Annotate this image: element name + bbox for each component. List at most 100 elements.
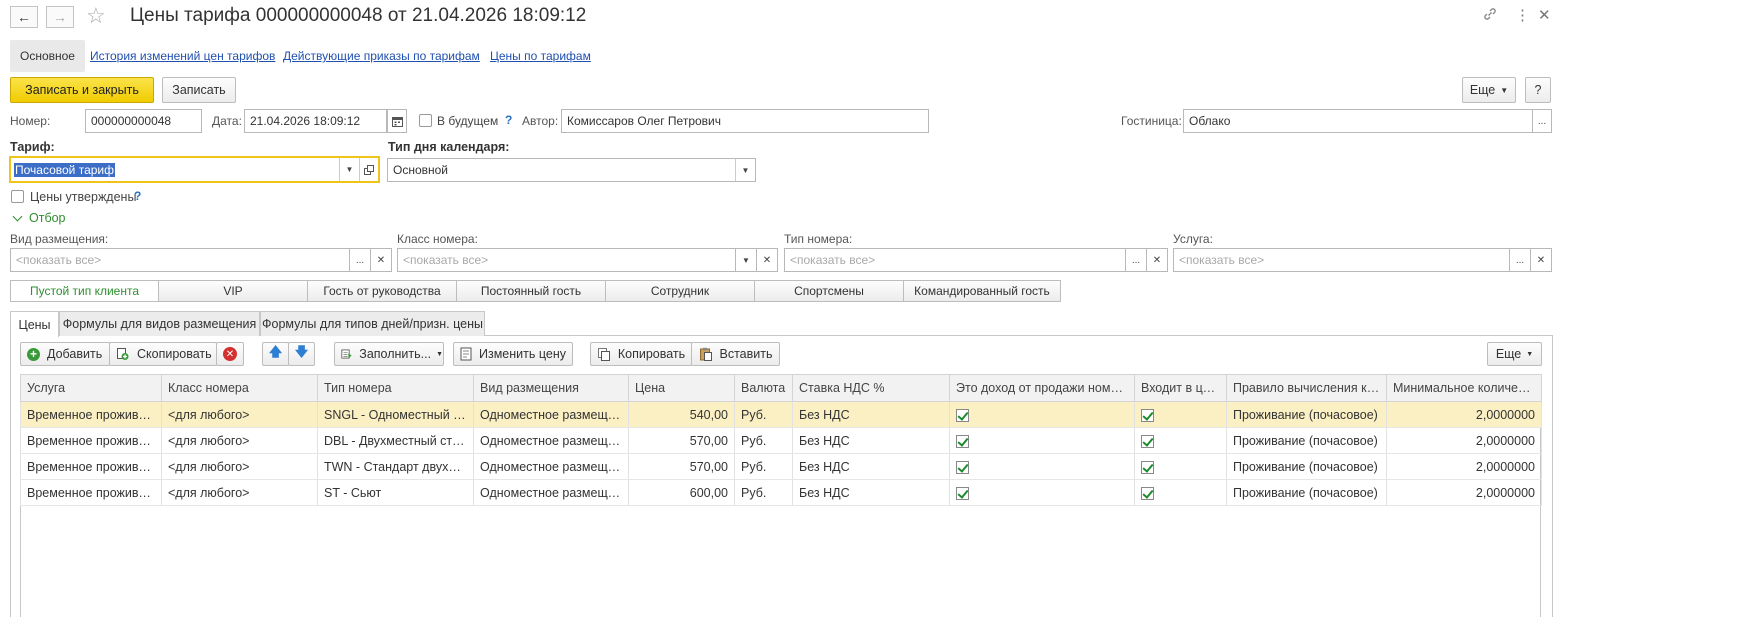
tab-accommodation-formulas[interactable]: Формулы для видов размещения (59, 311, 260, 336)
checkbox-checked-icon[interactable] (956, 486, 969, 500)
table-row[interactable]: Временное проживание <для любого> ST - Сью… (20, 479, 1542, 506)
move-up-button[interactable]: 🡅 (262, 342, 289, 366)
service-filter-clear[interactable]: ✕ (1530, 248, 1552, 272)
hotel-field[interactable]: Облако (1183, 109, 1533, 133)
cell-room-class[interactable]: <для любого> (161, 479, 318, 506)
col-header-accommodation[interactable]: Вид размещения (473, 374, 629, 402)
client-tab-regular-guest[interactable]: Постоянный гость (456, 280, 606, 302)
tab-day-type-formulas[interactable]: Формулы для типов дней/призн. цены (260, 311, 485, 336)
cell-accommodation[interactable]: Одноместное размещение (473, 427, 629, 454)
cell-currency[interactable]: Руб. (734, 401, 793, 428)
cell-room-income[interactable] (949, 453, 1135, 480)
day-type-dropdown-button[interactable]: ▼ (735, 159, 755, 181)
checkbox-checked-icon[interactable] (956, 408, 969, 422)
client-tab-athletes[interactable]: Спортсмены (754, 280, 904, 302)
col-header-vat[interactable]: Ставка НДС % (792, 374, 950, 402)
cell-room-class[interactable]: <для любого> (161, 453, 318, 480)
accommodation-filter-field[interactable]: <показать все> (10, 248, 350, 272)
approved-checkbox[interactable] (11, 190, 24, 203)
accommodation-filter-select[interactable]: ... (349, 248, 371, 272)
cell-price[interactable]: 600,00 (628, 479, 735, 506)
cell-service[interactable]: Временное проживание (20, 427, 162, 454)
cell-accommodation[interactable]: Одноместное размещение (473, 479, 629, 506)
col-header-rule[interactable]: Правило вычисления ко... (1226, 374, 1387, 402)
cell-room-class[interactable]: <для любого> (161, 427, 318, 454)
move-down-button[interactable]: 🡇 (288, 342, 315, 366)
save-button[interactable]: Записать (162, 77, 236, 103)
cell-room-income[interactable] (949, 427, 1135, 454)
tariff-dropdown-button[interactable]: ▼ (339, 158, 359, 181)
checkbox-checked-icon[interactable] (956, 434, 969, 448)
checkbox-checked-icon[interactable] (1141, 460, 1154, 474)
cell-included[interactable] (1134, 479, 1227, 506)
cell-currency[interactable]: Руб. (734, 479, 793, 506)
cell-room-income[interactable] (949, 479, 1135, 506)
room-type-filter-field[interactable]: <показать все> (784, 248, 1126, 272)
calendar-button[interactable] (387, 109, 407, 133)
cell-vat[interactable]: Без НДС (792, 479, 950, 506)
col-header-room-income[interactable]: Это доход от продажи номеров (949, 374, 1135, 402)
copy-row-button[interactable]: Скопировать (109, 342, 217, 366)
checkbox-checked-icon[interactable] (1141, 434, 1154, 448)
grid-more-button[interactable]: Еще ▼ (1487, 342, 1542, 366)
cell-rule[interactable]: Проживание (почасовое) (1226, 453, 1387, 480)
col-header-currency[interactable]: Валюта (734, 374, 793, 402)
save-and-close-button[interactable]: Записать и закрыть (10, 77, 154, 103)
service-filter-field[interactable]: <показать все> (1173, 248, 1510, 272)
cell-rule[interactable]: Проживание (почасовое) (1226, 479, 1387, 506)
fill-button[interactable]: Заполнить... ▼ (334, 342, 444, 366)
cell-accommodation[interactable]: Одноместное размещение (473, 453, 629, 480)
close-icon[interactable]: ✕ (1538, 6, 1551, 24)
checkbox-checked-icon[interactable] (1141, 408, 1154, 422)
future-help-icon[interactable]: ? (505, 113, 512, 127)
number-field[interactable]: 000000000048 (85, 109, 202, 133)
service-filter-select[interactable]: ... (1509, 248, 1531, 272)
cell-service[interactable]: Временное проживание (20, 401, 162, 428)
client-tab-empty[interactable]: Пустой тип клиента (10, 280, 159, 302)
client-tab-business-traveler[interactable]: Командированный гость (903, 280, 1061, 302)
cell-room-type[interactable]: DBL - Двухместный стандарт (317, 427, 474, 454)
cell-service[interactable]: Временное проживание (20, 479, 162, 506)
col-header-min-qty[interactable]: Минимальное количество (1386, 374, 1542, 402)
col-header-room-type[interactable]: Тип номера (317, 374, 474, 402)
filter-toggle[interactable]: Отбор (12, 211, 66, 225)
cell-price[interactable]: 540,00 (628, 401, 735, 428)
cell-currency[interactable]: Руб. (734, 427, 793, 454)
cell-room-type[interactable]: SNGL - Одноместный стандарт (317, 401, 474, 428)
hotel-select-button[interactable]: ... (1532, 109, 1552, 133)
cell-price[interactable]: 570,00 (628, 453, 735, 480)
table-row[interactable]: Временное проживание <для любого> SNGL - О… (20, 401, 1542, 428)
cell-room-type[interactable]: TWN - Стандарт двухместный (317, 453, 474, 480)
add-button[interactable]: + Добавить (20, 342, 110, 366)
date-field[interactable]: 21.04.2026 18:09:12 (244, 109, 387, 133)
cell-room-class[interactable]: <для любого> (161, 401, 318, 428)
help-button[interactable]: ? (1525, 77, 1551, 103)
client-tab-vip[interactable]: VIP (158, 280, 308, 302)
room-class-filter-field[interactable]: <показать все> (397, 248, 736, 272)
client-tab-employee[interactable]: Сотрудник (605, 280, 755, 302)
paste-button[interactable]: Вставить (691, 342, 780, 366)
nav-link-orders[interactable]: Действующие приказы по тарифам (283, 49, 480, 63)
room-class-filter-dropdown[interactable]: ▼ (735, 248, 757, 272)
col-header-price[interactable]: Цена (628, 374, 735, 402)
cell-min-qty[interactable]: 2,0000000 (1386, 401, 1542, 428)
accommodation-filter-clear[interactable]: ✕ (370, 248, 392, 272)
cell-min-qty[interactable]: 2,0000000 (1386, 427, 1542, 454)
cell-room-type[interactable]: ST - Сьют (317, 479, 474, 506)
cell-min-qty[interactable]: 2,0000000 (1386, 479, 1542, 506)
tab-prices[interactable]: Цены (10, 311, 59, 337)
future-checkbox[interactable] (419, 114, 432, 127)
table-row[interactable]: Временное проживание <для любого> TWN - Ст… (20, 453, 1542, 480)
tariff-field[interactable]: Почасовой тариф (9, 156, 380, 183)
checkbox-checked-icon[interactable] (1141, 486, 1154, 500)
table-row[interactable]: Временное проживание <для любого> DBL - Дв… (20, 427, 1542, 454)
cell-vat[interactable]: Без НДС (792, 453, 950, 480)
room-class-filter-clear[interactable]: ✕ (756, 248, 778, 272)
nav-link-prices[interactable]: Цены по тарифам (490, 49, 591, 63)
cell-price[interactable]: 570,00 (628, 427, 735, 454)
room-type-filter-select[interactable]: ... (1125, 248, 1147, 272)
more-button[interactable]: Еще ▼ (1462, 77, 1516, 103)
cell-room-income[interactable] (949, 401, 1135, 428)
col-header-included[interactable]: Входит в цену (1134, 374, 1227, 402)
tariff-open-button[interactable] (359, 158, 378, 181)
